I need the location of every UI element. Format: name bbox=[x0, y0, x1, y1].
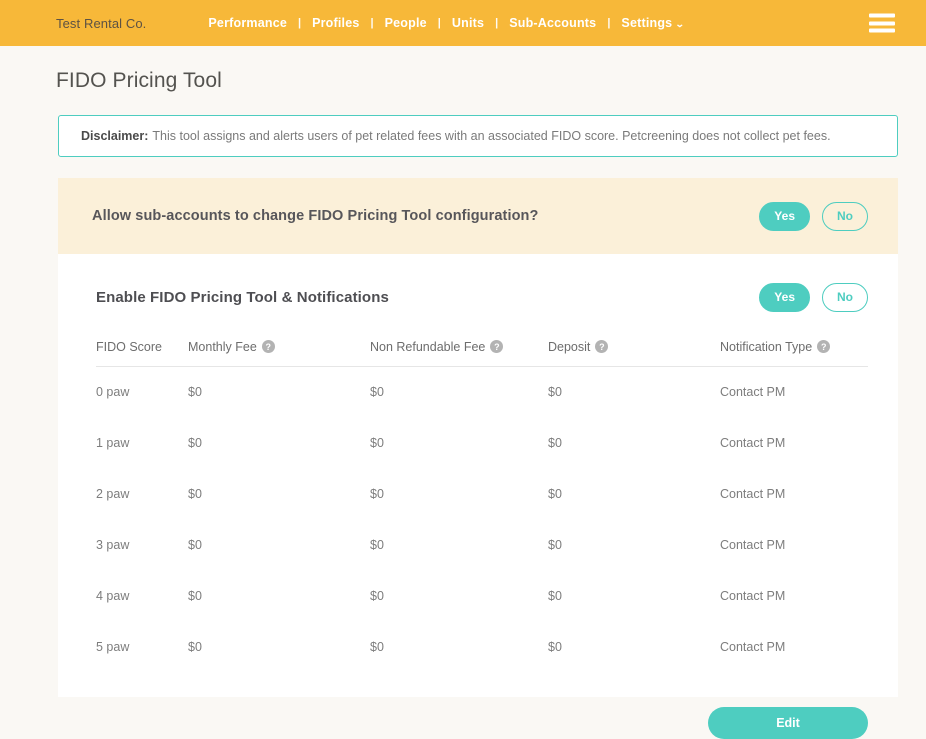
cell-deposit: $0 bbox=[548, 487, 562, 502]
table-row: 5 paw $0 $0 $0 Contact PM bbox=[96, 622, 868, 673]
cell-notification-type: Contact PM bbox=[720, 640, 786, 655]
nav-item-settings[interactable]: Settings ⌄ bbox=[621, 16, 686, 30]
table-body: 0 paw $0 $0 $0 Contact PM 1 paw $0 $0 $0… bbox=[96, 367, 868, 674]
cell-monthly-fee: $0 bbox=[188, 589, 202, 604]
cell-fido-score: 5 paw bbox=[96, 640, 130, 655]
sub-accounts-yes-button[interactable]: Yes bbox=[759, 201, 810, 231]
nav-item-settings-label: Settings bbox=[621, 16, 673, 30]
cell-non-refundable-fee: $0 bbox=[370, 589, 384, 604]
sub-accounts-no-button[interactable]: No bbox=[822, 201, 868, 231]
brand-name: Test Rental Co. bbox=[56, 15, 147, 31]
fido-pricing-card: Enable FIDO Pricing Tool & Notifications… bbox=[58, 254, 898, 739]
nav-separator: | bbox=[370, 17, 374, 29]
cell-non-refundable-fee: $0 bbox=[370, 640, 384, 655]
table-row: 0 paw $0 $0 $0 Contact PM bbox=[96, 367, 868, 419]
hamburger-menu-icon[interactable] bbox=[869, 13, 895, 33]
nav-links: Performance | Profiles | People | Units … bbox=[208, 16, 686, 30]
cell-notification-type: Contact PM bbox=[720, 385, 786, 400]
disclaimer-label: Disclaimer: bbox=[81, 129, 149, 143]
column-header-fido-score: FIDO Score bbox=[96, 340, 188, 368]
cell-notification-type: Contact PM bbox=[720, 538, 786, 553]
table-row: 2 paw $0 $0 $0 Contact PM bbox=[96, 469, 868, 520]
nav-separator: | bbox=[298, 17, 302, 29]
column-header-notification-type: Notification Type? bbox=[720, 340, 868, 368]
cell-non-refundable-fee: $0 bbox=[370, 385, 384, 400]
cell-fido-score: 3 paw bbox=[96, 538, 130, 553]
cell-deposit: $0 bbox=[548, 385, 562, 400]
disclaimer-banner: Disclaimer: This tool assigns and alerts… bbox=[58, 115, 898, 157]
cell-fido-score: 0 paw bbox=[96, 385, 130, 400]
column-header-label: Non Refundable Fee bbox=[370, 340, 486, 354]
table-header: FIDO Score Monthly Fee? Non Refundable F… bbox=[96, 340, 868, 368]
nav-separator: | bbox=[607, 17, 611, 29]
help-icon-monthly-fee[interactable]: ? bbox=[261, 340, 275, 354]
cell-deposit: $0 bbox=[548, 589, 562, 604]
cell-notification-type: Contact PM bbox=[720, 589, 786, 604]
nav-item-performance[interactable]: Performance bbox=[208, 16, 287, 30]
nav-item-sub-accounts[interactable]: Sub-Accounts bbox=[509, 16, 596, 30]
help-icon-notification-type[interactable]: ? bbox=[817, 340, 831, 354]
cell-monthly-fee: $0 bbox=[188, 487, 202, 502]
fido-pricing-table: FIDO Score Monthly Fee? Non Refundable F… bbox=[96, 340, 868, 673]
cell-deposit: $0 bbox=[548, 436, 562, 451]
table-row: 3 paw $0 $0 $0 Contact PM bbox=[96, 520, 868, 571]
cell-non-refundable-fee: $0 bbox=[370, 436, 384, 451]
enable-yes-button[interactable]: Yes bbox=[759, 282, 810, 312]
table-row: 1 paw $0 $0 $0 Contact PM bbox=[96, 418, 868, 469]
nav-item-people[interactable]: People bbox=[385, 16, 427, 30]
cell-deposit: $0 bbox=[548, 538, 562, 553]
table-header-row: FIDO Score Monthly Fee? Non Refundable F… bbox=[96, 340, 868, 368]
cell-non-refundable-fee: $0 bbox=[370, 538, 384, 553]
column-header-label: FIDO Score bbox=[96, 340, 162, 355]
cell-deposit: $0 bbox=[548, 640, 562, 655]
column-header-non-refundable-fee: Non Refundable Fee? bbox=[370, 340, 548, 368]
enable-section-title: Enable FIDO Pricing Tool & Notifications bbox=[96, 288, 389, 306]
nav-separator: | bbox=[495, 17, 499, 29]
nav-item-units[interactable]: Units bbox=[452, 16, 484, 30]
cell-monthly-fee: $0 bbox=[188, 385, 202, 400]
column-header-deposit: Deposit? bbox=[548, 340, 720, 368]
enable-section-header: Enable FIDO Pricing Tool & Notifications… bbox=[96, 254, 868, 340]
cell-monthly-fee: $0 bbox=[188, 538, 202, 553]
page-title: FIDO Pricing Tool bbox=[56, 69, 222, 92]
hamburger-bar bbox=[869, 21, 895, 25]
hamburger-bar bbox=[869, 28, 895, 33]
nav-item-profiles[interactable]: Profiles bbox=[312, 16, 359, 30]
sub-accounts-permission-banner: Allow sub-accounts to change FIDO Pricin… bbox=[58, 178, 898, 254]
cell-fido-score: 1 paw bbox=[96, 436, 130, 451]
column-header-monthly-fee: Monthly Fee? bbox=[188, 340, 370, 368]
cell-notification-type: Contact PM bbox=[720, 487, 786, 502]
sub-accounts-question: Allow sub-accounts to change FIDO Pricin… bbox=[92, 208, 539, 224]
cell-non-refundable-fee: $0 bbox=[370, 487, 384, 502]
cell-fido-score: 2 paw bbox=[96, 487, 130, 502]
column-header-label: Notification Type bbox=[720, 340, 813, 354]
enable-section-toggle-group: Yes No bbox=[759, 282, 868, 312]
card-actions: Edit bbox=[96, 673, 868, 739]
help-icon-deposit[interactable]: ? bbox=[595, 340, 609, 354]
sub-accounts-toggle-group: Yes No bbox=[759, 201, 868, 231]
chevron-down-icon: ⌄ bbox=[675, 19, 686, 29]
top-navigation-bar: Test Rental Co. Performance | Profiles |… bbox=[0, 0, 926, 46]
edit-button[interactable]: Edit bbox=[708, 707, 868, 739]
enable-no-button[interactable]: No bbox=[822, 282, 868, 312]
cell-monthly-fee: $0 bbox=[188, 640, 202, 655]
hamburger-bar bbox=[869, 13, 895, 18]
cell-monthly-fee: $0 bbox=[188, 436, 202, 451]
disclaimer-text: This tool assigns and alerts users of pe… bbox=[152, 129, 831, 143]
cell-fido-score: 4 paw bbox=[96, 589, 130, 604]
cell-notification-type: Contact PM bbox=[720, 436, 786, 451]
column-header-label: Monthly Fee bbox=[188, 340, 257, 354]
nav-separator: | bbox=[437, 17, 441, 29]
column-header-label: Deposit bbox=[548, 340, 591, 354]
help-icon-non-refundable-fee[interactable]: ? bbox=[490, 340, 504, 354]
table-row: 4 paw $0 $0 $0 Contact PM bbox=[96, 571, 868, 622]
